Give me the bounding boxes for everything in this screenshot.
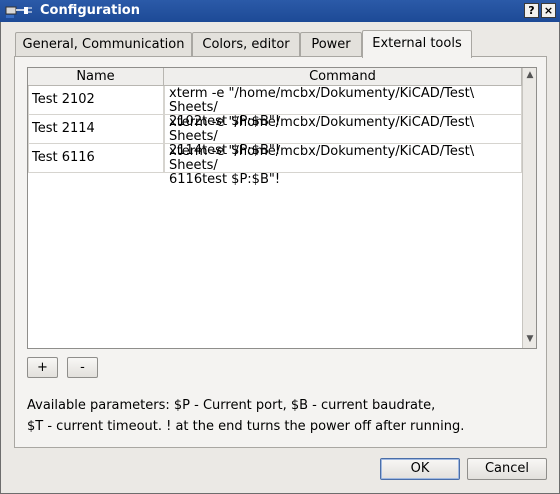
help-button[interactable]: ? (524, 3, 539, 18)
cell-command[interactable]: xterm -e "/home/mcbx/Dokumenty/KiCAD/Tes… (164, 144, 522, 187)
tab-colors-editor[interactable]: Colors, editor (192, 32, 300, 57)
vertical-scrollbar[interactable]: ▲ ▼ (522, 68, 536, 348)
app-icon (5, 6, 32, 18)
tab-general-communication[interactable]: General, Communication (15, 32, 192, 57)
cell-command[interactable]: xterm -e "/home/mcbx/Dokumenty/KiCAD/Tes… (164, 115, 522, 158)
cell-command[interactable]: xterm -e "/home/mcbx/Dokumenty/KiCAD/Tes… (164, 86, 522, 129)
ok-button[interactable]: OK (380, 458, 460, 480)
command-line-2: 6116test $P:$B"! (169, 172, 281, 187)
cancel-button[interactable]: Cancel (467, 458, 547, 480)
scroll-down-icon[interactable]: ▼ (525, 334, 535, 344)
table-row[interactable]: Test 6116 xterm -e "/home/mcbx/Dokumenty… (28, 144, 522, 187)
command-line-1: xterm -e "/home/mcbx/Dokumenty/KiCAD/Tes… (169, 144, 475, 173)
table-row[interactable]: Test 2102 xterm -e "/home/mcbx/Dokumenty… (28, 86, 522, 129)
window-title: Configuration (40, 3, 140, 18)
cell-name[interactable]: Test 6116 (28, 144, 164, 173)
parameters-info-line-2: $T - current timeout. ! at the end turns… (27, 419, 465, 434)
column-header-name[interactable]: Name (28, 68, 164, 86)
table-row[interactable]: Test 2114 xterm -e "/home/mcbx/Dokumenty… (28, 115, 522, 158)
parameters-info-line-1: Available parameters: $P - Current port,… (27, 398, 436, 413)
column-header-command[interactable]: Command (164, 68, 522, 86)
add-tool-button[interactable]: + (27, 357, 58, 378)
command-line-1: xterm -e "/home/mcbx/Dokumenty/KiCAD/Tes… (169, 86, 475, 115)
tools-table[interactable]: Name Command Test 2102 xterm -e "/home/m… (27, 67, 537, 349)
tab-power[interactable]: Power (300, 32, 362, 57)
tab-external-tools[interactable]: External tools (362, 30, 472, 58)
cell-name[interactable]: Test 2114 (28, 115, 164, 144)
title-bar[interactable]: Configuration ? × (0, 0, 560, 22)
cell-name[interactable]: Test 2102 (28, 86, 164, 115)
remove-tool-button[interactable]: - (67, 357, 98, 378)
scroll-up-icon[interactable]: ▲ (525, 70, 535, 80)
command-line-1: xterm -e "/home/mcbx/Dokumenty/KiCAD/Tes… (169, 115, 475, 144)
close-button[interactable]: × (541, 3, 556, 18)
